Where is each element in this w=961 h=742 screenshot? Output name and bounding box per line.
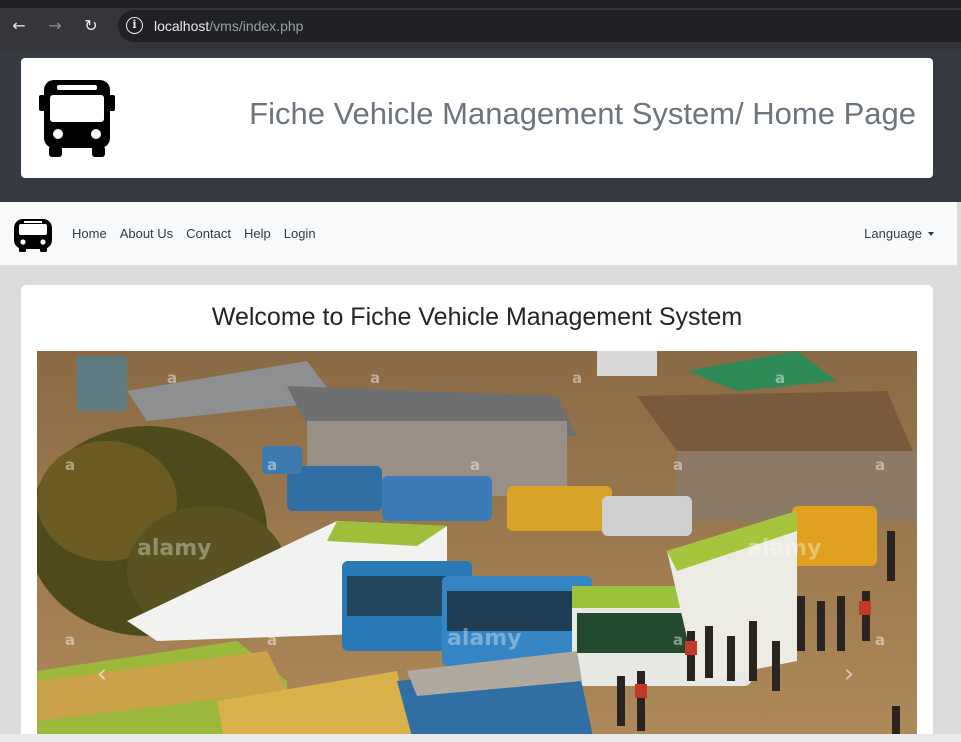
watermark: alamy [137, 536, 212, 561]
watermark-mark: a [267, 631, 278, 649]
caret-down-icon [928, 232, 934, 236]
language-label: Language [864, 226, 922, 241]
address-bar[interactable]: i localhost/vms/index.php [118, 10, 961, 42]
page-title: Fiche Vehicle Management System/ Home Pa… [249, 96, 916, 131]
watermark-mark: a [875, 631, 886, 649]
watermark: alamy [747, 536, 822, 561]
page: Fiche Vehicle Management System/ Home Pa… [0, 50, 961, 742]
bus-icon[interactable] [12, 213, 54, 253]
watermark-mark: a [673, 631, 684, 649]
header-card: Fiche Vehicle Management System/ Home Pa… [21, 58, 933, 178]
carousel-next-icon[interactable]: › [839, 659, 859, 689]
info-icon[interactable]: i [126, 17, 143, 34]
back-icon[interactable]: ← [7, 14, 31, 38]
watermark-mark: a [267, 456, 278, 474]
url-text[interactable]: localhost/vms/index.php [154, 18, 303, 34]
watermark-mark: a [775, 369, 786, 387]
watermark-mark: a [673, 456, 684, 474]
watermark-mark: a [65, 456, 76, 474]
image-carousel[interactable]: alamy alamy alamy a a a a a a a a a a a … [37, 351, 917, 742]
nav-link-about-us[interactable]: About Us [120, 226, 173, 241]
language-dropdown[interactable]: Language [864, 226, 934, 241]
watermark-mark: a [65, 631, 76, 649]
taskbar-edge [0, 734, 961, 742]
carousel-prev-icon[interactable]: ‹ [92, 659, 112, 689]
bus-icon [39, 80, 115, 157]
nav-link-login[interactable]: Login [284, 226, 316, 241]
forward-icon[interactable]: → [43, 14, 67, 38]
watermark-mark: a [470, 456, 481, 474]
watermark-mark: a [370, 369, 381, 387]
tab-strip [0, 0, 961, 8]
reload-icon[interactable]: ↻ [79, 14, 103, 38]
watermark: alamy [447, 626, 522, 651]
welcome-card: Welcome to Fiche Vehicle Management Syst… [21, 285, 933, 742]
navbar: Home About Us Contact Help Login Languag… [0, 202, 957, 266]
nav-link-contact[interactable]: Contact [186, 226, 231, 241]
header-band: Fiche Vehicle Management System/ Home Pa… [0, 50, 961, 202]
nav-links: Home About Us Contact Help Login [72, 226, 329, 241]
watermark-mark: a [167, 369, 178, 387]
welcome-heading: Welcome to Fiche Vehicle Management Syst… [211, 303, 743, 331]
browser-toolbar: ← → ↻ i localhost/vms/index.php [0, 0, 961, 50]
nav-link-help[interactable]: Help [244, 226, 271, 241]
watermark-mark: a [572, 369, 583, 387]
nav-link-home[interactable]: Home [72, 226, 107, 241]
watermark-mark: a [875, 456, 886, 474]
